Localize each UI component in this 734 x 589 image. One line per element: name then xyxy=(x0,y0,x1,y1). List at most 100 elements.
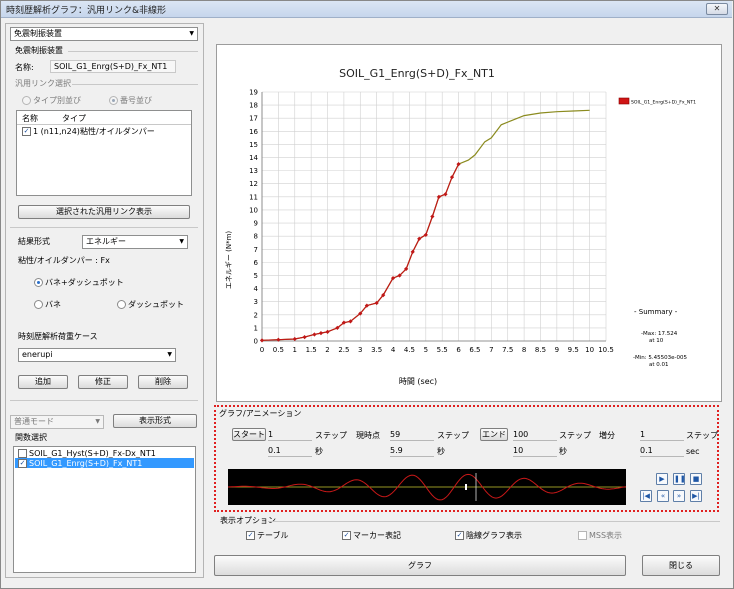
name-field[interactable]: SOIL_G1_Enrg(S+D)_Fx_NT1 xyxy=(50,60,176,73)
close-window-button[interactable]: ✕ xyxy=(706,3,728,15)
mss-checkbox[interactable] xyxy=(578,531,587,540)
x-tick-label: 8 xyxy=(522,346,526,354)
y-tick-label: 6 xyxy=(254,259,259,267)
x-tick-label: 8.5 xyxy=(535,346,546,354)
x-tick-label: 7 xyxy=(489,346,493,354)
summary-min-line: at 0.01 xyxy=(649,362,669,368)
skip-to-end-icon[interactable]: ▶| xyxy=(690,490,702,502)
function-checkbox[interactable] xyxy=(18,449,27,458)
y-axis-label: エネルギー (N*m) xyxy=(225,231,233,290)
y-tick-label: 7 xyxy=(254,246,258,254)
y-tick-label: 8 xyxy=(254,233,258,241)
y-tick-label: 18 xyxy=(249,102,258,110)
x-tick-label: 4.5 xyxy=(404,346,415,354)
graph-button[interactable]: グラフ xyxy=(214,555,626,576)
table-checkbox-label: テーブル xyxy=(257,531,289,540)
show-selected-links-button[interactable]: 選択された汎用リンク表示 xyxy=(18,205,190,219)
y-tick-label: 12 xyxy=(249,180,258,188)
table-checkbox[interactable]: ✓ xyxy=(246,531,255,540)
data-point xyxy=(456,161,461,167)
radio-spring-dashpot[interactable] xyxy=(34,278,43,287)
y-tick-label: 3 xyxy=(254,298,258,306)
function-item[interactable]: SOIL_G1_Enrg(S+D)_Fx_NT1 xyxy=(29,459,142,469)
window-title: 時刻歴解析グラフ：汎用リンク&非線形 xyxy=(6,6,167,16)
delete-button[interactable]: 削除 xyxy=(138,375,188,389)
data-point xyxy=(430,214,435,219)
y-tick-label: 0 xyxy=(254,338,258,346)
step-forward-icon[interactable]: » xyxy=(673,490,685,502)
link-list[interactable] xyxy=(16,110,192,196)
list-header-type[interactable]: タイプ xyxy=(62,114,86,124)
y-tick-label: 5 xyxy=(254,272,258,280)
damper-label: 粘性/オイルダンパー : Fx xyxy=(18,256,110,265)
legend-label: SOIL_G1_Enrg(S+D)_Fx_NT1 xyxy=(631,100,696,106)
add-button[interactable]: 追加 xyxy=(18,375,68,389)
increment-label: 増分 xyxy=(599,431,615,440)
chart-title: SOIL_G1_Enrg(S+D)_Fx_NT1 xyxy=(339,67,495,80)
display-format-button[interactable]: 表示形式 xyxy=(113,414,197,428)
list-row-type[interactable]: 粘性/オイルダンパー xyxy=(80,127,155,137)
radio-spring[interactable] xyxy=(34,300,43,309)
marker-checkbox-label: マーカー表記 xyxy=(353,531,401,540)
y-tick-label: 15 xyxy=(249,141,258,149)
x-tick-label: 7.5 xyxy=(502,346,513,354)
unit-step-label: ステップ xyxy=(686,431,718,440)
list-header-name[interactable]: 名称 xyxy=(22,114,38,124)
data-point xyxy=(410,249,415,255)
start-step-field[interactable]: 1 xyxy=(268,430,312,441)
mode-value: 普通モード xyxy=(14,417,54,426)
end-step-field[interactable]: 100 xyxy=(513,430,557,441)
increment-step-field[interactable]: 1 xyxy=(640,430,684,441)
current-time-field[interactable]: 5.9 xyxy=(390,446,434,457)
end-button[interactable]: エンド xyxy=(480,428,508,441)
x-tick-labels: 0 0.5 1 1.5 2 2.5 3 3.5 4 4.5 5 5.5 6 6.5 7 7.5 8 8.5 9 9.5… xyxy=(260,346,614,354)
data-point xyxy=(436,194,442,199)
link-select-title: 汎用リンク選択 xyxy=(15,79,71,88)
device-category-value: 免震制振装置 xyxy=(14,29,62,38)
unit-sec-label: 秒 xyxy=(559,447,567,456)
marker-checkbox[interactable]: ✓ xyxy=(342,531,351,540)
x-tick-label: 10.5 xyxy=(598,346,614,354)
y-tick-label: 2 xyxy=(254,311,258,319)
mode-combo[interactable]: 普通モード ▼ xyxy=(10,415,104,429)
list-row-name[interactable]: 1 (n11,n24) xyxy=(33,127,80,137)
stop-icon[interactable]: ■ xyxy=(690,473,702,485)
hidden-line-checkbox[interactable]: ✓ xyxy=(455,531,464,540)
data-point xyxy=(312,332,317,337)
function-checkbox[interactable]: ✓ xyxy=(18,459,27,468)
x-tick-label: 10 xyxy=(585,346,594,354)
animation-waveform[interactable] xyxy=(228,469,626,505)
step-back-icon[interactable]: « xyxy=(657,490,669,502)
pause-icon[interactable]: ❚❚ xyxy=(673,473,686,485)
x-tick-label: 5.5 xyxy=(437,346,448,354)
list-row-checkbox[interactable]: ✓ xyxy=(22,127,31,136)
current-step-field[interactable]: 59 xyxy=(390,430,434,441)
edit-button[interactable]: 修正 xyxy=(78,375,128,389)
x-tick-label: 3.5 xyxy=(371,346,382,354)
x-tick-label: 9 xyxy=(555,346,559,354)
data-point xyxy=(302,334,307,340)
radio-dashpot[interactable] xyxy=(117,300,126,309)
unit-sec-label: 秒 xyxy=(315,447,323,456)
energy-chart: 0 0.5 1 1.5 2 2.5 3 3.5 4 4.5 5 5.5 6 6.5 7 7.5 8 8.5 9 9.5… xyxy=(225,67,696,386)
divider xyxy=(268,521,720,522)
increment-time-field[interactable]: 0.1 xyxy=(640,446,684,457)
end-time-field[interactable]: 10 xyxy=(513,446,557,457)
data-point xyxy=(443,192,448,197)
close-button[interactable]: 閉じる xyxy=(642,555,720,576)
device-category-combo[interactable]: 免震制振装置 ▼ xyxy=(10,27,198,41)
unit-sec-label: 秒 xyxy=(437,447,445,456)
play-icon[interactable]: ▶ xyxy=(656,473,668,485)
skip-to-start-icon[interactable]: |◀ xyxy=(640,490,652,502)
loadcase-combo[interactable]: enerupi ▼ xyxy=(18,348,176,362)
data-point xyxy=(325,329,330,334)
start-button[interactable]: スタート xyxy=(232,428,266,441)
y-tick-label: 1 xyxy=(254,324,258,332)
radio-type-order-label: タイプ別並び xyxy=(33,96,81,105)
radio-type-order[interactable] xyxy=(22,96,31,105)
radio-number-order[interactable] xyxy=(109,96,118,105)
result-format-combo[interactable]: エネルギー ▼ xyxy=(82,235,188,249)
legend-swatch xyxy=(618,97,630,105)
x-tick-label: 6 xyxy=(456,346,461,354)
start-time-field[interactable]: 0.1 xyxy=(268,446,312,457)
